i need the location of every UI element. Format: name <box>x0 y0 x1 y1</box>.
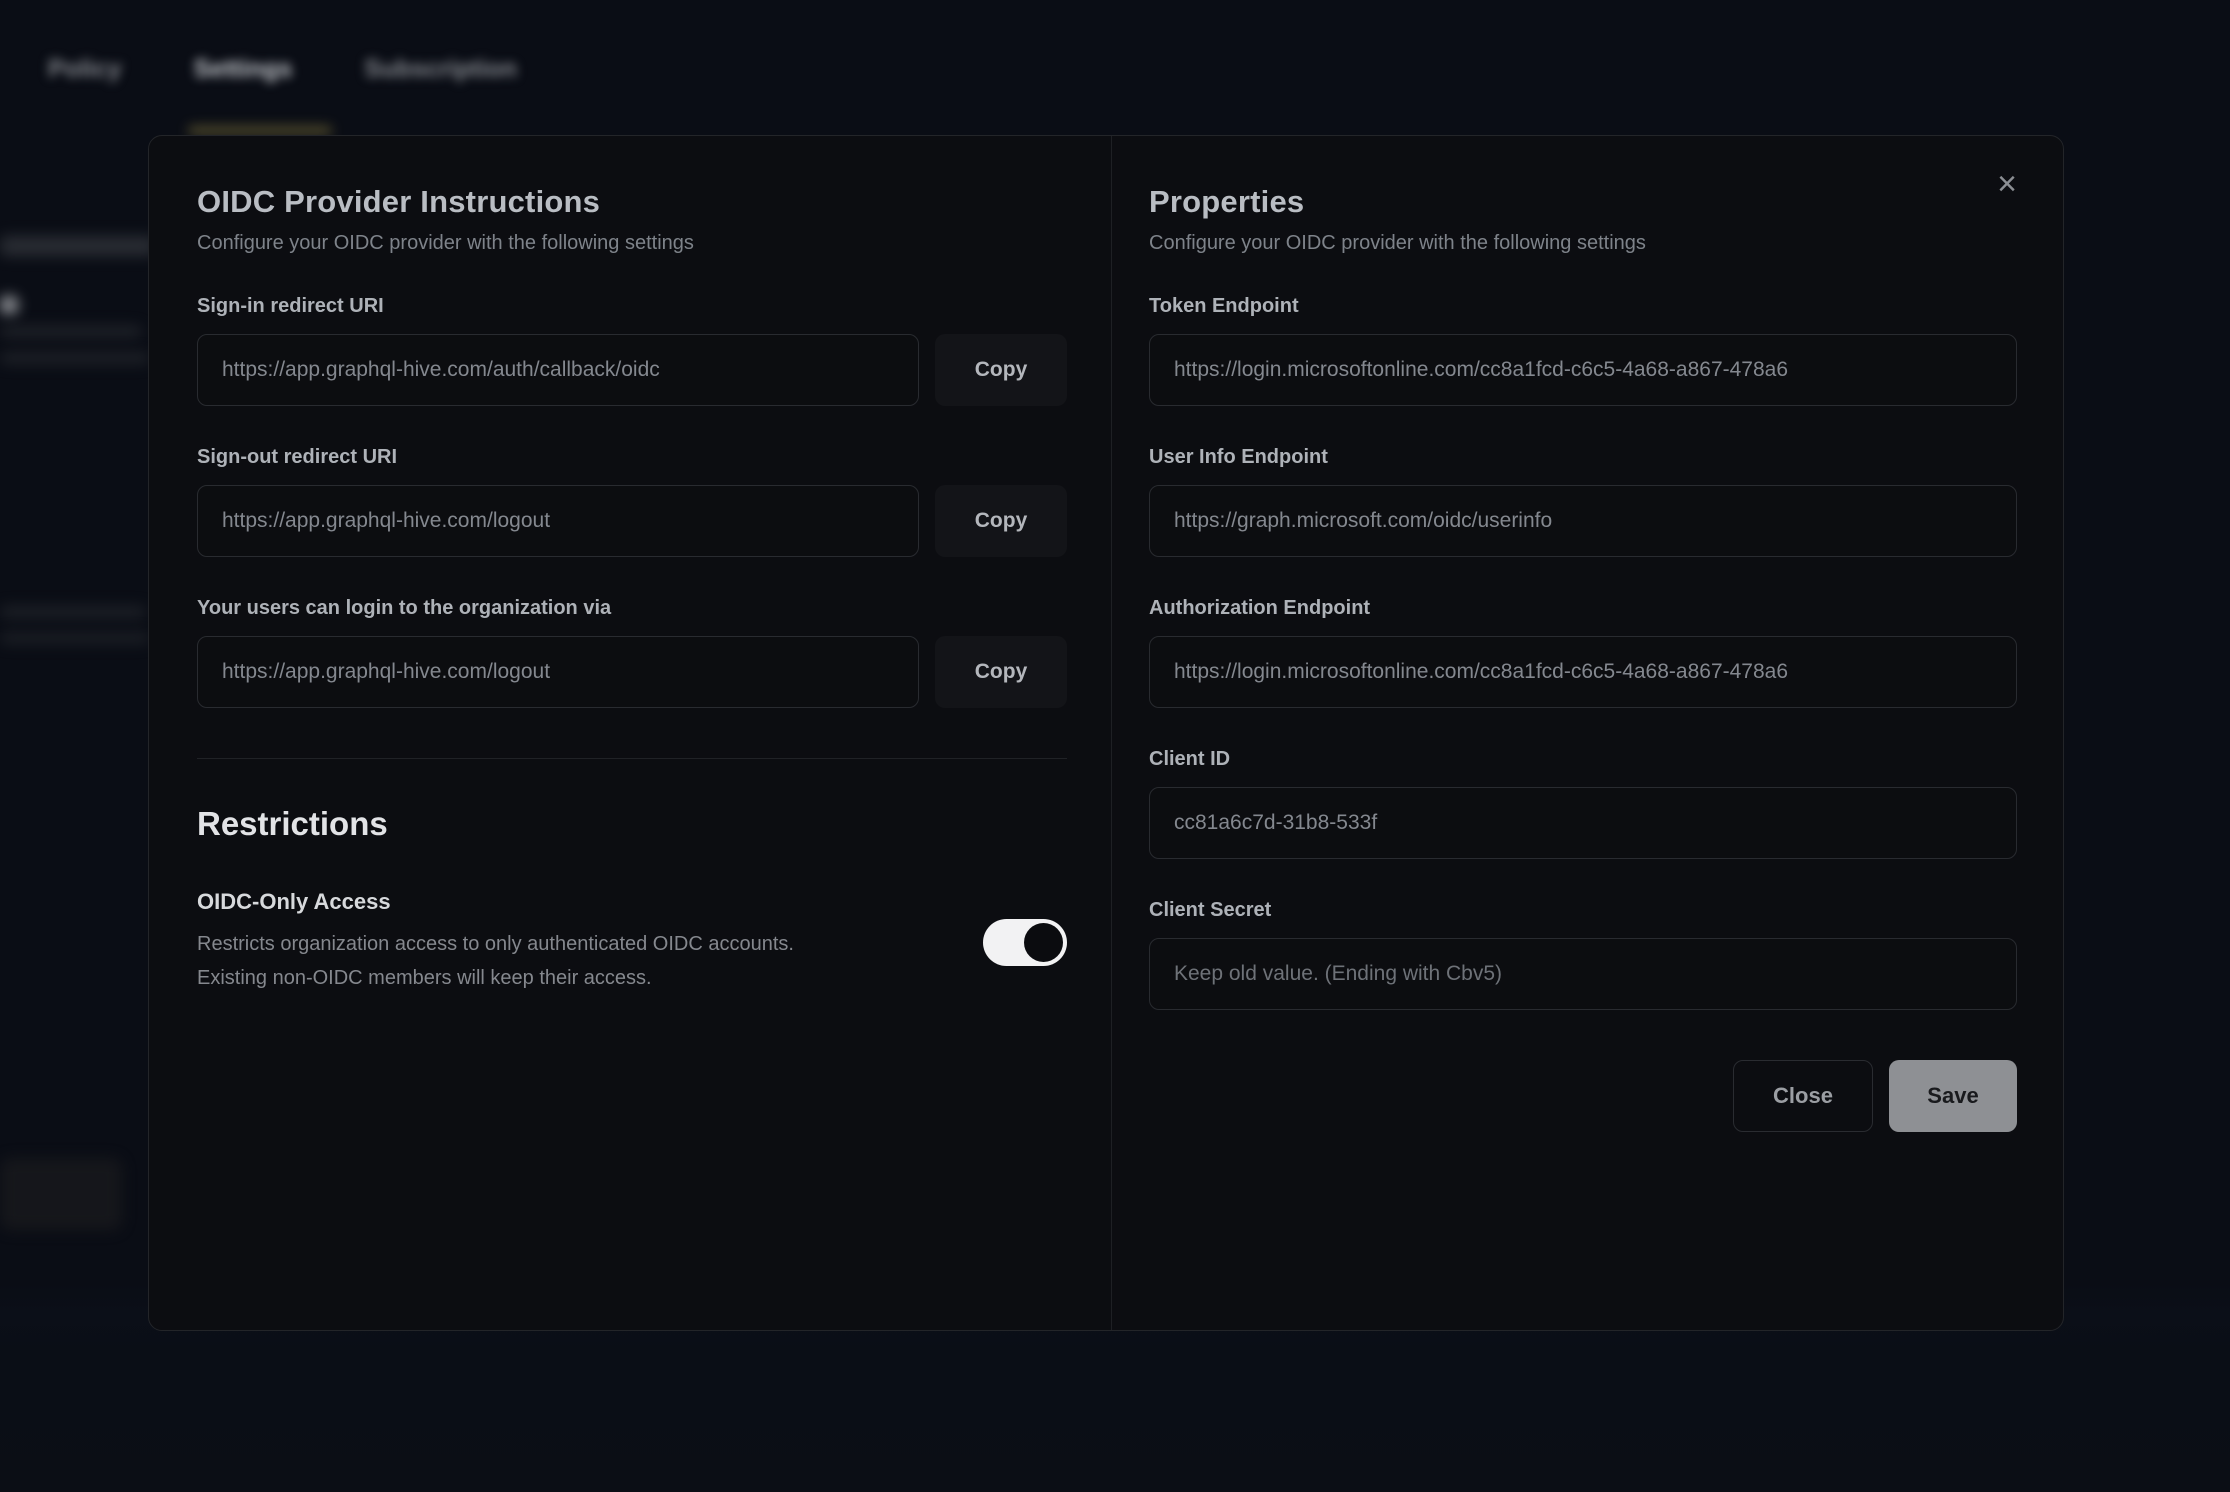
copy-sign-in-uri-button[interactable]: Copy <box>935 334 1067 406</box>
authorization-endpoint-row <box>1149 636 2017 708</box>
authorization-endpoint-label: Authorization Endpoint <box>1149 597 2017 620</box>
description-line-2: Existing non-OIDC members will keep thei… <box>197 967 652 989</box>
token-endpoint-input[interactable] <box>1149 334 2017 406</box>
client-secret-label: Client Secret <box>1149 899 2017 922</box>
client-id-label: Client ID <box>1149 748 2017 771</box>
user-info-endpoint-label: User Info Endpoint <box>1149 446 2017 469</box>
oidc-only-access-label: OIDC-Only Access <box>197 889 955 915</box>
oidc-only-access-row: OIDC-Only Access Restricts organization … <box>197 889 1067 995</box>
client-secret-row <box>1149 938 2017 1010</box>
oidc-instructions-panel: OIDC Provider Instructions Configure you… <box>197 136 1067 995</box>
user-info-endpoint-row <box>1149 485 2017 557</box>
login-via-label: Your users can login to the organization… <box>197 597 1067 620</box>
sign-in-redirect-uri-label: Sign-in redirect URI <box>197 295 1067 318</box>
close-button[interactable]: Close <box>1733 1060 1873 1132</box>
oidc-only-access-toggle[interactable] <box>983 919 1067 966</box>
instructions-subtitle: Configure your OIDC provider with the fo… <box>197 232 1067 255</box>
copy-login-via-button[interactable]: Copy <box>935 636 1067 708</box>
save-button[interactable]: Save <box>1889 1060 2017 1132</box>
sign-in-redirect-uri-input[interactable] <box>197 334 919 406</box>
instructions-title: OIDC Provider Instructions <box>197 184 1067 220</box>
column-divider <box>1111 136 1112 1330</box>
client-id-input[interactable] <box>1149 787 2017 859</box>
description-line-1: Restricts organization access to only au… <box>197 933 794 955</box>
properties-panel: Properties Configure your OIDC provider … <box>1149 136 2017 1132</box>
login-via-row: Copy <box>197 636 1067 708</box>
properties-title: Properties <box>1149 184 2017 220</box>
token-endpoint-label: Token Endpoint <box>1149 295 2017 318</box>
restrictions-title: Restrictions <box>197 805 1067 843</box>
sign-out-redirect-uri-label: Sign-out redirect URI <box>197 446 1067 469</box>
toggle-thumb <box>1024 923 1063 962</box>
client-secret-input[interactable] <box>1149 938 2017 1010</box>
login-via-input[interactable] <box>197 636 919 708</box>
user-info-endpoint-input[interactable] <box>1149 485 2017 557</box>
sign-in-redirect-uri-row: Copy <box>197 334 1067 406</box>
properties-subtitle: Configure your OIDC provider with the fo… <box>1149 232 2017 255</box>
section-divider <box>197 758 1067 759</box>
sign-out-redirect-uri-row: Copy <box>197 485 1067 557</box>
oidc-only-access-info: OIDC-Only Access Restricts organization … <box>197 889 955 995</box>
sign-out-redirect-uri-input[interactable] <box>197 485 919 557</box>
dialog-footer: Close Save <box>1149 1060 2017 1132</box>
token-endpoint-row <box>1149 334 2017 406</box>
oidc-only-access-description: Restricts organization access to only au… <box>197 927 955 995</box>
oidc-settings-dialog: × OIDC Provider Instructions Configure y… <box>148 135 2064 1331</box>
copy-sign-out-uri-button[interactable]: Copy <box>935 485 1067 557</box>
client-id-row <box>1149 787 2017 859</box>
authorization-endpoint-input[interactable] <box>1149 636 2017 708</box>
